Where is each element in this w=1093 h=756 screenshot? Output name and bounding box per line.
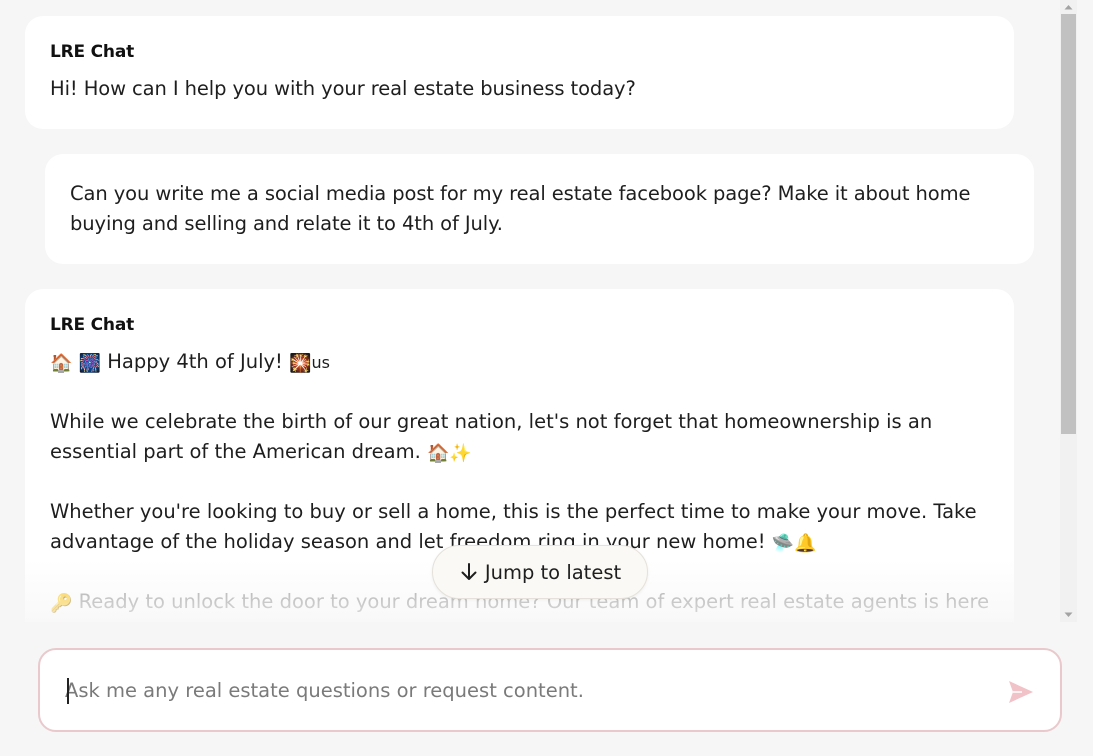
flag-text: us: [311, 353, 330, 372]
send-button[interactable]: [1006, 678, 1036, 706]
scrollbar-thumb[interactable]: [1061, 14, 1076, 434]
message-input[interactable]: [65, 670, 985, 710]
message-text: Can you write me a social media post for…: [70, 179, 990, 239]
message-line: Can you write me a social media post for…: [70, 182, 971, 205]
jump-to-latest-label: Jump to latest: [484, 560, 622, 584]
sender-name: LRE Chat: [50, 42, 135, 62]
sparkles-emoji-icon: ✨: [449, 443, 472, 464]
message-text: Hi! How can I help you with your real es…: [50, 77, 636, 100]
message-line: essential part of the American dream.: [50, 440, 421, 463]
message-paragraph: While we celebrate the birth of our grea…: [50, 407, 990, 469]
message-text: Happy 4th of July!: [107, 350, 283, 373]
message-line: advantage of the holiday season and let …: [50, 530, 766, 553]
arrow-down-icon: [461, 563, 477, 580]
house-emoji-icon: 🏠: [50, 353, 73, 374]
message-composer: [38, 648, 1062, 732]
chat-scroll-area[interactable]: LRE Chat Hi! How can I help you with you…: [0, 0, 1060, 622]
text-caret: [67, 678, 69, 704]
message-line: While we celebrate the birth of our grea…: [50, 410, 933, 433]
send-icon: [1009, 681, 1033, 703]
sender-name: LRE Chat: [50, 315, 135, 335]
user-message: Can you write me a social media post for…: [45, 154, 1034, 264]
vertical-scrollbar[interactable]: [1060, 0, 1077, 622]
bell-emoji-icon: 🔔: [794, 533, 817, 554]
sparkler-emoji-icon: 🎇: [289, 353, 312, 374]
bot-message: LRE Chat Hi! How can I help you with you…: [25, 16, 1014, 129]
message-line: Whether you're looking to buy or sell a …: [50, 500, 977, 523]
jump-to-latest-button[interactable]: Jump to latest: [432, 545, 648, 599]
scroll-down-arrow-icon[interactable]: [1060, 608, 1077, 622]
house-emoji-icon: 🏠: [427, 443, 450, 464]
moving-emoji-icon: 🛸: [771, 533, 795, 554]
message-line: buying and selling and relate it to 4th …: [70, 212, 503, 235]
key-emoji-icon: 🔑: [50, 593, 73, 614]
scroll-up-arrow-icon[interactable]: [1060, 0, 1077, 14]
message-paragraph: 🏠 🎆 Happy 4th of July! 🎇us: [50, 347, 990, 379]
fireworks-emoji-icon: 🎆: [78, 353, 102, 374]
